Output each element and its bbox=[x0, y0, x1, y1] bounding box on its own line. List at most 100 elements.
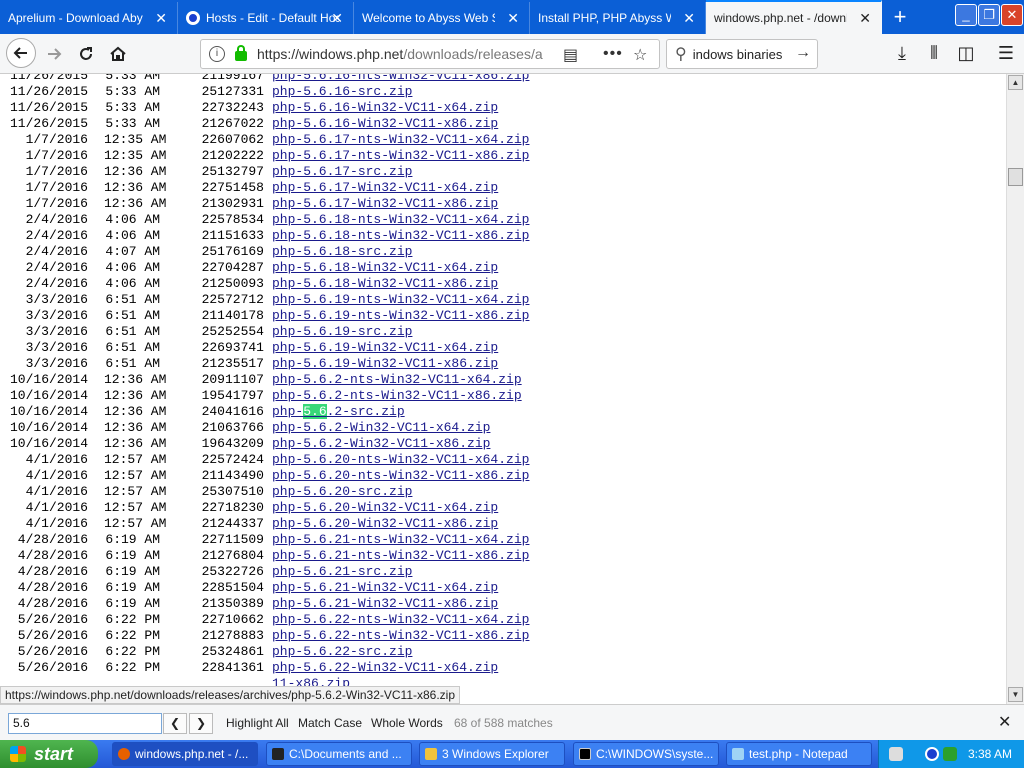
file-link[interactable]: php-5.6.18-src.zip bbox=[272, 244, 412, 260]
listing-time: 6:51 AM bbox=[105, 356, 160, 371]
file-link[interactable]: php-5.6.17-Win32-VC11-x86.zip bbox=[272, 196, 498, 212]
file-link[interactable]: php-5.6.19-Win32-VC11-x64.zip bbox=[272, 340, 498, 356]
taskbar-item-cmd[interactable]: C:\WINDOWS\syste... bbox=[573, 742, 719, 766]
bookmark-star-icon[interactable]: ☆ bbox=[633, 45, 647, 65]
taskbar-item-firefox[interactable]: windows.php.net - /... bbox=[112, 742, 258, 766]
file-link[interactable]: php-5.6.22-nts-Win32-VC11-x64.zip bbox=[272, 612, 529, 628]
match-case-toggle[interactable]: Match Case bbox=[298, 716, 362, 730]
downloads-icon[interactable]: ⤓ bbox=[890, 43, 914, 64]
file-link[interactable]: php-5.6.20-Win32-VC11-x64.zip bbox=[272, 500, 498, 516]
file-link[interactable]: php-5.6.22-src.zip bbox=[272, 644, 412, 660]
tab-install-php[interactable]: Install PHP, PHP Abyss Web S ✕ bbox=[530, 2, 706, 34]
listing-time: 12:36 AM bbox=[104, 436, 167, 451]
sidebar-icon[interactable]: ◫ bbox=[954, 43, 978, 64]
scroll-up-icon[interactable]: ▲ bbox=[1008, 75, 1023, 90]
file-link[interactable]: php-5.6.2-nts-Win32-VC11-x64.zip bbox=[272, 372, 522, 388]
file-link[interactable]: php-5.6.20-nts-Win32-VC11-x86.zip bbox=[272, 468, 529, 484]
taskbar-item-explorer[interactable]: 3 Windows Explorer bbox=[419, 742, 565, 766]
tab-welcome[interactable]: Welcome to Abyss Web Serv ✕ bbox=[354, 2, 530, 34]
back-button[interactable] bbox=[6, 38, 36, 68]
close-icon[interactable]: ✕ bbox=[155, 11, 167, 25]
windows-flag-icon bbox=[10, 746, 26, 762]
search-input[interactable]: indows binaries bbox=[693, 47, 793, 62]
forward-button[interactable] bbox=[40, 40, 68, 68]
scroll-thumb[interactable] bbox=[1008, 168, 1023, 186]
file-link[interactable]: php-5.6.19-Win32-VC11-x86.zip bbox=[272, 356, 498, 372]
tab-windows-php[interactable]: windows.php.net - /downloa ✕ bbox=[706, 0, 882, 34]
vertical-scrollbar[interactable]: ▲ ▼ bbox=[1006, 74, 1024, 704]
taskbar-item-7zip[interactable]: C:\Documents and ... bbox=[266, 742, 412, 766]
listing-date: 10/16/2014 bbox=[9, 404, 88, 419]
listing-time: 6:19 AM bbox=[105, 596, 160, 611]
keyboard-icon[interactable] bbox=[889, 747, 903, 761]
close-window-button[interactable]: ✕ bbox=[1001, 4, 1023, 26]
file-link[interactable]: php-5.6.18-nts-Win32-VC11-x86.zip bbox=[272, 228, 529, 244]
search-go-icon[interactable]: → bbox=[795, 44, 811, 62]
highlight-all-toggle[interactable]: Highlight All bbox=[226, 716, 289, 730]
listing-time: 12:36 AM bbox=[104, 164, 167, 179]
file-link[interactable]: php-5.6.20-Win32-VC11-x86.zip bbox=[272, 516, 498, 532]
file-link[interactable]: php-5.6.20-nts-Win32-VC11-x64.zip bbox=[272, 452, 529, 468]
start-button[interactable]: start bbox=[0, 740, 98, 768]
find-previous-button[interactable]: ❮ bbox=[163, 713, 187, 734]
file-link[interactable]: php-5.6.21-Win32-VC11-x86.zip bbox=[272, 596, 498, 612]
address-bar[interactable]: i https://windows.php.net/downloads/rele… bbox=[200, 39, 660, 69]
file-link[interactable]: php-5.6.19-nts-Win32-VC11-x86.zip bbox=[272, 308, 529, 324]
file-link[interactable]: php-5.6.17-src.zip bbox=[272, 164, 412, 180]
file-link[interactable]: php-5.6.21-nts-Win32-VC11-x64.zip bbox=[272, 532, 529, 548]
info-icon[interactable]: i bbox=[209, 46, 225, 62]
file-link[interactable]: php-5.6.2-Win32-VC11-x86.zip bbox=[272, 436, 490, 452]
file-link[interactable]: php-5.6.16-Win32-VC11-x64.zip bbox=[272, 100, 498, 116]
file-link[interactable]: php-5.6.2-Win32-VC11-x64.zip bbox=[272, 420, 490, 436]
file-link[interactable]: php-5.6.17-nts-Win32-VC11-x86.zip bbox=[272, 148, 529, 164]
find-close-icon[interactable]: ✕ bbox=[998, 712, 1011, 732]
close-icon[interactable]: ✕ bbox=[859, 11, 871, 25]
library-icon[interactable]: ⫴ bbox=[922, 43, 946, 64]
file-link[interactable]: php-5.6.21-src.zip bbox=[272, 564, 412, 580]
menu-icon[interactable]: ☰ bbox=[994, 43, 1018, 64]
find-next-button[interactable]: ❯ bbox=[189, 713, 213, 734]
file-link[interactable]: php-5.6.18-Win32-VC11-x86.zip bbox=[272, 276, 498, 292]
tab-hosts[interactable]: Hosts - Edit - Default Host ✕ bbox=[178, 2, 354, 34]
taskbar-item-notepad[interactable]: test.php - Notepad bbox=[726, 742, 872, 766]
abyss-tray-icon[interactable] bbox=[925, 747, 939, 761]
page-actions-icon[interactable]: ••• bbox=[603, 45, 623, 63]
maximize-button[interactable]: ❐ bbox=[978, 4, 1000, 26]
file-link[interactable]: php-5.6.21-nts-Win32-VC11-x86.zip bbox=[272, 548, 529, 564]
file-link[interactable]: php-5.6.2-src.zip bbox=[272, 404, 405, 420]
new-tab-button[interactable]: + bbox=[886, 4, 914, 30]
file-link[interactable]: php-5.6.19-src.zip bbox=[272, 324, 412, 340]
listing-date: 4/1/2016 bbox=[25, 516, 88, 531]
network-icon[interactable] bbox=[943, 747, 957, 761]
file-link[interactable]: php-5.6.20-src.zip bbox=[272, 484, 412, 500]
file-link[interactable]: php-5.6.16-Win32-VC11-x86.zip bbox=[272, 116, 498, 132]
file-link[interactable]: php-5.6.16-src.zip bbox=[272, 84, 412, 100]
file-link[interactable]: php-5.6.18-Win32-VC11-x64.zip bbox=[272, 260, 498, 276]
file-link[interactable]: php-5.6.18-nts-Win32-VC11-x64.zip bbox=[272, 212, 529, 228]
find-input[interactable]: 5.6 bbox=[8, 713, 162, 734]
file-link[interactable]: 11-x86.zip bbox=[272, 676, 350, 686]
lock-icon[interactable] bbox=[235, 45, 247, 61]
minimize-button[interactable]: _ bbox=[955, 4, 977, 26]
listing-time: 12:57 AM bbox=[104, 468, 167, 483]
scroll-down-icon[interactable]: ▼ bbox=[1008, 687, 1023, 702]
home-button[interactable] bbox=[104, 40, 132, 68]
file-link[interactable]: php-5.6.22-Win32-VC11-x64.zip bbox=[272, 660, 498, 676]
close-icon[interactable]: ✕ bbox=[507, 11, 519, 25]
reader-view-icon[interactable]: ▤ bbox=[563, 45, 578, 65]
reload-button[interactable] bbox=[72, 40, 100, 68]
file-link[interactable]: php-5.6.22-nts-Win32-VC11-x86.zip bbox=[272, 628, 529, 644]
tab-aprelium[interactable]: Aprelium - Download Abyss W ✕ bbox=[0, 2, 178, 34]
file-link[interactable]: php-5.6.21-Win32-VC11-x64.zip bbox=[272, 580, 498, 596]
search-bar[interactable]: ⚲ indows binaries → bbox=[666, 39, 818, 69]
listing-date: 2/4/2016 bbox=[25, 228, 88, 243]
file-link[interactable]: php-5.6.19-nts-Win32-VC11-x64.zip bbox=[272, 292, 529, 308]
file-link[interactable]: php-5.6.17-Win32-VC11-x64.zip bbox=[272, 180, 498, 196]
close-icon[interactable]: ✕ bbox=[331, 11, 343, 25]
close-icon[interactable]: ✕ bbox=[683, 11, 695, 25]
whole-words-toggle[interactable]: Whole Words bbox=[371, 716, 443, 730]
file-link[interactable]: php-5.6.16-nts-Win32-VC11-x86.zip bbox=[272, 74, 529, 84]
file-link[interactable]: php-5.6.17-nts-Win32-VC11-x64.zip bbox=[272, 132, 529, 148]
home-icon bbox=[110, 46, 126, 61]
file-link[interactable]: php-5.6.2-nts-Win32-VC11-x86.zip bbox=[272, 388, 522, 404]
